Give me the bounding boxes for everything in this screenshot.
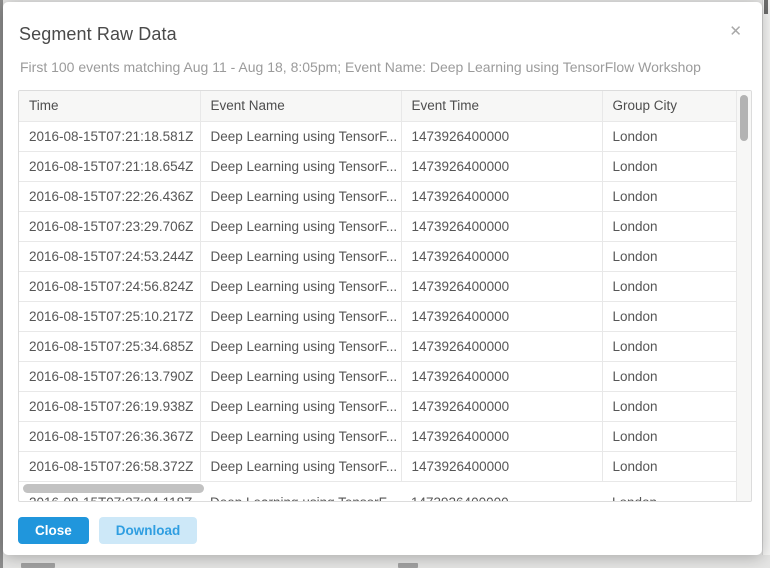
cell-time: 2016-08-15T07:25:34.685Z [19, 331, 200, 361]
cell-event-time: 1473926400000 [401, 241, 602, 271]
cell-event-time: 1473926400000 [401, 451, 602, 481]
cell-event-time: 1473926400000 [401, 331, 602, 361]
cell-time: 2016-08-15T07:26:13.790Z [19, 361, 200, 391]
cell-event-time: 1473926400000 [401, 271, 602, 301]
background-page-fragment [21, 563, 55, 568]
table-row[interactable]: 2016-08-15T07:25:34.685Z Deep Learning u… [19, 331, 738, 361]
table-row[interactable]: 2016-08-15T07:25:10.217Z Deep Learning u… [19, 301, 738, 331]
cell-event-name: Deep Learning using TensorF... [200, 121, 401, 151]
column-header-event-time: Event Time [401, 91, 602, 121]
cell-time: 2016-08-15T07:24:53.244Z [19, 241, 200, 271]
cell-group-city: London [602, 421, 738, 451]
cell-time: 2016-08-15T07:26:19.938Z [19, 391, 200, 421]
cell-group-city: London [602, 361, 738, 391]
modal-title: Segment Raw Data [19, 24, 177, 45]
background-page-right-edge [762, 0, 770, 555]
cell-group-city: London [602, 451, 738, 481]
cell-event-name: Deep Learning using TensorF... [200, 301, 401, 331]
events-table: Time Event Name Event Time Group City 20… [18, 90, 752, 502]
vertical-scrollbar-thumb[interactable] [740, 95, 748, 141]
cell-event-name: Deep Learning using TensorF... [200, 151, 401, 181]
cell-event-name: Deep Learning using TensorF... [200, 181, 401, 211]
cell-event-name: Deep Learning using TensorF... [200, 391, 401, 421]
raw-data-table: Time Event Name Event Time Group City 20… [19, 91, 738, 482]
cell-time: 2016-08-15T07:21:18.581Z [19, 121, 200, 151]
close-button[interactable]: Close [18, 517, 89, 544]
cell-event-name: Deep Learning using TensorF... [200, 331, 401, 361]
page-scrollbar-thumb[interactable] [764, 0, 768, 14]
table-row[interactable]: 2016-08-15T07:24:53.244Z Deep Learning u… [19, 241, 738, 271]
clipped-cell-event-time: 1473926400000 [411, 495, 509, 501]
background-page-fragment [398, 563, 418, 568]
cell-group-city: London [602, 151, 738, 181]
cell-event-time: 1473926400000 [401, 181, 602, 211]
column-header-event-name: Event Name [200, 91, 401, 121]
table-body: 2016-08-15T07:21:18.581Z Deep Learning u… [19, 121, 738, 481]
cell-group-city: London [602, 211, 738, 241]
cell-group-city: London [602, 121, 738, 151]
cell-event-name: Deep Learning using TensorF... [200, 211, 401, 241]
table-row[interactable]: 2016-08-15T07:26:36.367Z Deep Learning u… [19, 421, 738, 451]
table-row[interactable]: 2016-08-15T07:21:18.654Z Deep Learning u… [19, 151, 738, 181]
cell-time: 2016-08-15T07:24:56.824Z [19, 271, 200, 301]
table-row[interactable]: 2016-08-15T07:26:13.790Z Deep Learning u… [19, 361, 738, 391]
column-header-time: Time [19, 91, 200, 121]
cell-time: 2016-08-15T07:22:26.436Z [19, 181, 200, 211]
cell-group-city: London [602, 301, 738, 331]
cell-group-city: London [602, 331, 738, 361]
download-button[interactable]: Download [99, 517, 198, 544]
cell-time: 2016-08-15T07:21:18.654Z [19, 151, 200, 181]
cell-event-name: Deep Learning using TensorF... [200, 271, 401, 301]
cell-group-city: London [602, 271, 738, 301]
cell-event-name: Deep Learning using TensorF... [200, 361, 401, 391]
table-row[interactable]: 2016-08-15T07:26:19.938Z Deep Learning u… [19, 391, 738, 421]
cell-event-time: 1473926400000 [401, 361, 602, 391]
cell-group-city: London [602, 181, 738, 211]
cell-group-city: London [602, 391, 738, 421]
clipped-cell-group-city: London [612, 495, 657, 501]
clipped-table-row: 2016-08-15T07:27:04.118Z Deep Learning u… [19, 495, 738, 501]
horizontal-scrollbar-thumb[interactable] [23, 484, 204, 493]
table-row[interactable]: 2016-08-15T07:22:26.436Z Deep Learning u… [19, 181, 738, 211]
cell-time: 2016-08-15T07:26:36.367Z [19, 421, 200, 451]
cell-event-time: 1473926400000 [401, 301, 602, 331]
cell-event-time: 1473926400000 [401, 391, 602, 421]
cell-event-name: Deep Learning using TensorF... [200, 241, 401, 271]
table-row[interactable]: 2016-08-15T07:26:58.372Z Deep Learning u… [19, 451, 738, 481]
cell-event-time: 1473926400000 [401, 421, 602, 451]
cell-time: 2016-08-15T07:23:29.706Z [19, 211, 200, 241]
modal-subtitle: First 100 events matching Aug 11 - Aug 1… [20, 59, 701, 75]
cell-event-time: 1473926400000 [401, 211, 602, 241]
cell-event-time: 1473926400000 [401, 151, 602, 181]
table-row[interactable]: 2016-08-15T07:21:18.581Z Deep Learning u… [19, 121, 738, 151]
segment-raw-data-modal: Segment Raw Data ✕ First 100 events matc… [3, 2, 762, 555]
close-icon[interactable]: ✕ [729, 24, 742, 39]
table-row[interactable]: 2016-08-15T07:24:56.824Z Deep Learning u… [19, 271, 738, 301]
cell-event-time: 1473926400000 [401, 121, 602, 151]
clipped-cell-event-name: Deep Learning using TensorF... [210, 495, 397, 501]
modal-footer: Close Download [18, 517, 197, 544]
cell-time: 2016-08-15T07:25:10.217Z [19, 301, 200, 331]
cell-time: 2016-08-15T07:26:58.372Z [19, 451, 200, 481]
table-header: Time Event Name Event Time Group City [19, 91, 738, 121]
vertical-scrollbar[interactable] [736, 91, 751, 501]
cell-event-name: Deep Learning using TensorF... [200, 451, 401, 481]
clipped-cell-time: 2016-08-15T07:27:04.118Z [29, 495, 192, 501]
table-row[interactable]: 2016-08-15T07:23:29.706Z Deep Learning u… [19, 211, 738, 241]
background-page-bottom-edge [3, 555, 770, 568]
cell-group-city: London [602, 241, 738, 271]
column-header-group-city: Group City [602, 91, 738, 121]
cell-event-name: Deep Learning using TensorF... [200, 421, 401, 451]
screen: Segment Raw Data ✕ First 100 events matc… [0, 0, 770, 568]
